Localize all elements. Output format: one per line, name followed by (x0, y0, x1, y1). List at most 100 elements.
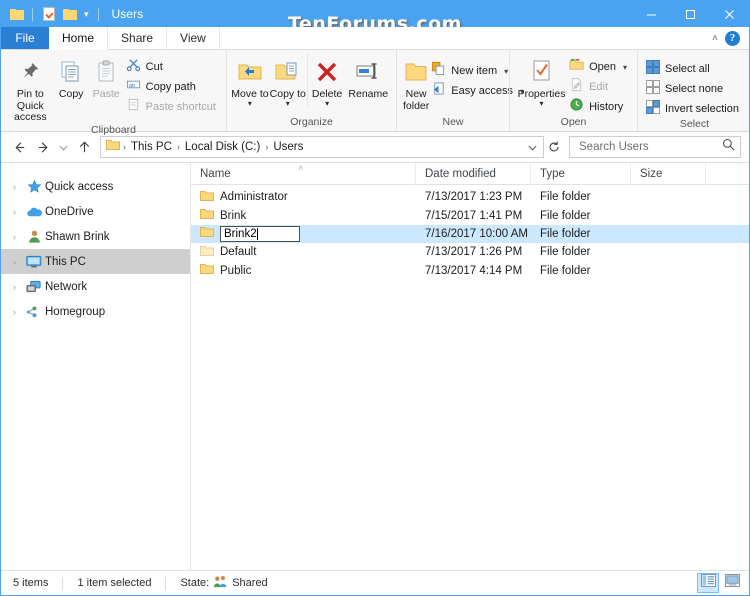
expander-icon[interactable]: › (6, 257, 23, 267)
tab-share[interactable]: Share (108, 27, 168, 49)
move-to-icon (237, 57, 263, 87)
row-name-cell[interactable]: Administrator (191, 188, 416, 206)
copy-button[interactable]: Copy (54, 54, 89, 101)
refresh-button[interactable] (544, 137, 564, 157)
forward-button[interactable] (31, 135, 55, 159)
sidebar-item-homegroup[interactable]: › Homegroup (1, 299, 190, 324)
qat-chevron-down-icon[interactable]: ▾ (82, 9, 91, 19)
help-icon[interactable]: ? (725, 30, 740, 46)
qat-new-folder-icon[interactable] (61, 6, 78, 23)
select-none-button[interactable]: Select none (644, 79, 743, 98)
expander-icon[interactable]: › (6, 282, 23, 292)
open-button[interactable]: Open ▾ (567, 58, 631, 76)
collapse-ribbon-chevron-icon[interactable]: ˄ (712, 33, 718, 44)
sidebar-item-network[interactable]: › Network (1, 274, 190, 299)
sidebar-item-shawn-brink[interactable]: › Shawn Brink (1, 224, 190, 249)
row-name-cell[interactable]: Brink2 (191, 225, 416, 243)
details-view-button[interactable] (697, 573, 719, 593)
sidebar-item-quick-access[interactable]: › Quick access (1, 174, 190, 199)
column-header-type[interactable]: Type (531, 162, 631, 185)
row-name-cell[interactable]: Public (191, 262, 416, 280)
move-to-chevron-down-icon[interactable]: ▾ (248, 99, 252, 107)
delete-x-icon (315, 57, 339, 87)
table-row[interactable]: Administrator 7/13/2017 1:23 PM File fol… (191, 188, 749, 206)
tab-file[interactable]: File (1, 27, 49, 49)
invert-selection-label: Invert selection (665, 103, 739, 115)
invert-selection-icon (646, 99, 660, 119)
shared-people-icon (213, 575, 228, 591)
recent-locations-button[interactable] (55, 135, 72, 159)
move-to-button[interactable]: Move to ▾ (231, 54, 269, 107)
column-header-name[interactable]: Name (191, 162, 416, 185)
rename-input[interactable]: Brink2 (220, 225, 300, 242)
cloud-icon (23, 205, 45, 219)
large-icons-view-button[interactable] (721, 573, 743, 593)
properties-chevron-down-icon[interactable]: ▾ (540, 99, 544, 107)
open-chevron-down-icon[interactable]: ▾ (623, 63, 627, 72)
table-row-selected[interactable]: Brink2 7/16/2017 10:00 AM File folder (191, 224, 749, 244)
edit-label: Edit (589, 81, 609, 93)
new-folder-button[interactable]: New folder (403, 54, 429, 112)
address-dropdown-chevron-icon[interactable] (525, 138, 539, 156)
easy-access-icon (431, 81, 446, 101)
maximize-button[interactable] (671, 1, 710, 27)
status-state: State: Shared (180, 575, 281, 591)
breadcrumb-users[interactable]: Users (269, 141, 307, 153)
delete-button[interactable]: Delete ▾ (306, 54, 347, 107)
breadcrumb-this-pc[interactable]: This PC (127, 141, 176, 153)
row-name-cell[interactable]: Default (191, 243, 416, 261)
sidebar-item-this-pc[interactable]: › This PC (1, 249, 190, 274)
clipboard-group-label: Clipboard (91, 123, 136, 136)
new-item-chevron-down-icon[interactable]: ▾ (504, 67, 508, 76)
clipboard-small-buttons: Cut ab Copy path Paste shortcut (124, 54, 220, 116)
close-button[interactable] (710, 1, 749, 27)
qat-properties-document-icon[interactable] (40, 6, 57, 23)
tab-home[interactable]: Home (49, 27, 109, 50)
search-box[interactable] (569, 136, 741, 158)
copy-path-button[interactable]: ab Copy path (124, 78, 220, 96)
minimize-button[interactable] (632, 1, 671, 27)
sidebar-label-onedrive: OneDrive (45, 205, 94, 218)
properties-button[interactable]: Properties ▾ (516, 54, 567, 107)
ribbon-group-open: Properties ▾ Open ▾ Edit History Open (509, 50, 637, 131)
search-input[interactable] (577, 140, 722, 154)
edit-button[interactable]: Edit (567, 77, 631, 96)
breadcrumb-local-disk[interactable]: Local Disk (C:) (181, 141, 264, 153)
row-name-cell[interactable]: Brink (191, 206, 416, 224)
ribbon-tab-strip: File Home Share View ˄ ? (1, 27, 749, 50)
breadcrumb-bar[interactable]: › This PC › Local Disk (C:) › Users (100, 136, 544, 158)
expander-icon[interactable]: › (6, 232, 23, 242)
table-row[interactable]: Public 7/13/2017 4:14 PM File folder (191, 262, 749, 280)
pin-to-quick-access-button[interactable]: Pin to Quick access (7, 54, 54, 124)
paste-shortcut-button[interactable]: Paste shortcut (124, 98, 220, 116)
copy-to-button[interactable]: Copy to ▾ (269, 54, 307, 107)
column-header-size[interactable]: Size (631, 162, 706, 185)
row-size-cell (631, 206, 706, 224)
select-all-button[interactable]: Select all (644, 59, 743, 78)
up-button[interactable] (72, 135, 96, 159)
tab-view[interactable]: View (167, 27, 220, 49)
copy-to-chevron-down-icon[interactable]: ▾ (286, 99, 290, 107)
row-size-cell (631, 262, 706, 280)
paste-button[interactable]: Paste (89, 54, 124, 101)
history-button[interactable]: History (567, 98, 631, 116)
rename-button[interactable]: Rename (346, 54, 390, 101)
expander-icon[interactable]: › (6, 307, 23, 317)
rename-icon (355, 57, 381, 87)
delete-chevron-down-icon[interactable]: ▾ (325, 99, 329, 107)
back-button[interactable] (7, 135, 31, 159)
table-row[interactable]: Default 7/13/2017 1:26 PM File folder (191, 243, 749, 261)
sidebar-item-onedrive[interactable]: › OneDrive (1, 199, 190, 224)
folder-icon (200, 245, 214, 260)
cut-button[interactable]: Cut (124, 58, 220, 76)
expander-icon[interactable]: › (6, 182, 23, 192)
sidebar-label-quick-access: Quick access (45, 180, 114, 193)
search-icon[interactable] (722, 138, 735, 156)
invert-selection-button[interactable]: Invert selection (644, 99, 743, 119)
qat-folder-icon[interactable] (8, 6, 25, 23)
row-date-cell: 7/15/2017 1:41 PM (425, 209, 523, 222)
monitor-icon (23, 255, 45, 269)
expander-icon[interactable]: › (6, 207, 23, 217)
column-header-date-modified[interactable]: Date modified (416, 162, 531, 185)
table-row[interactable]: Brink 7/15/2017 1:41 PM File folder (191, 206, 749, 224)
